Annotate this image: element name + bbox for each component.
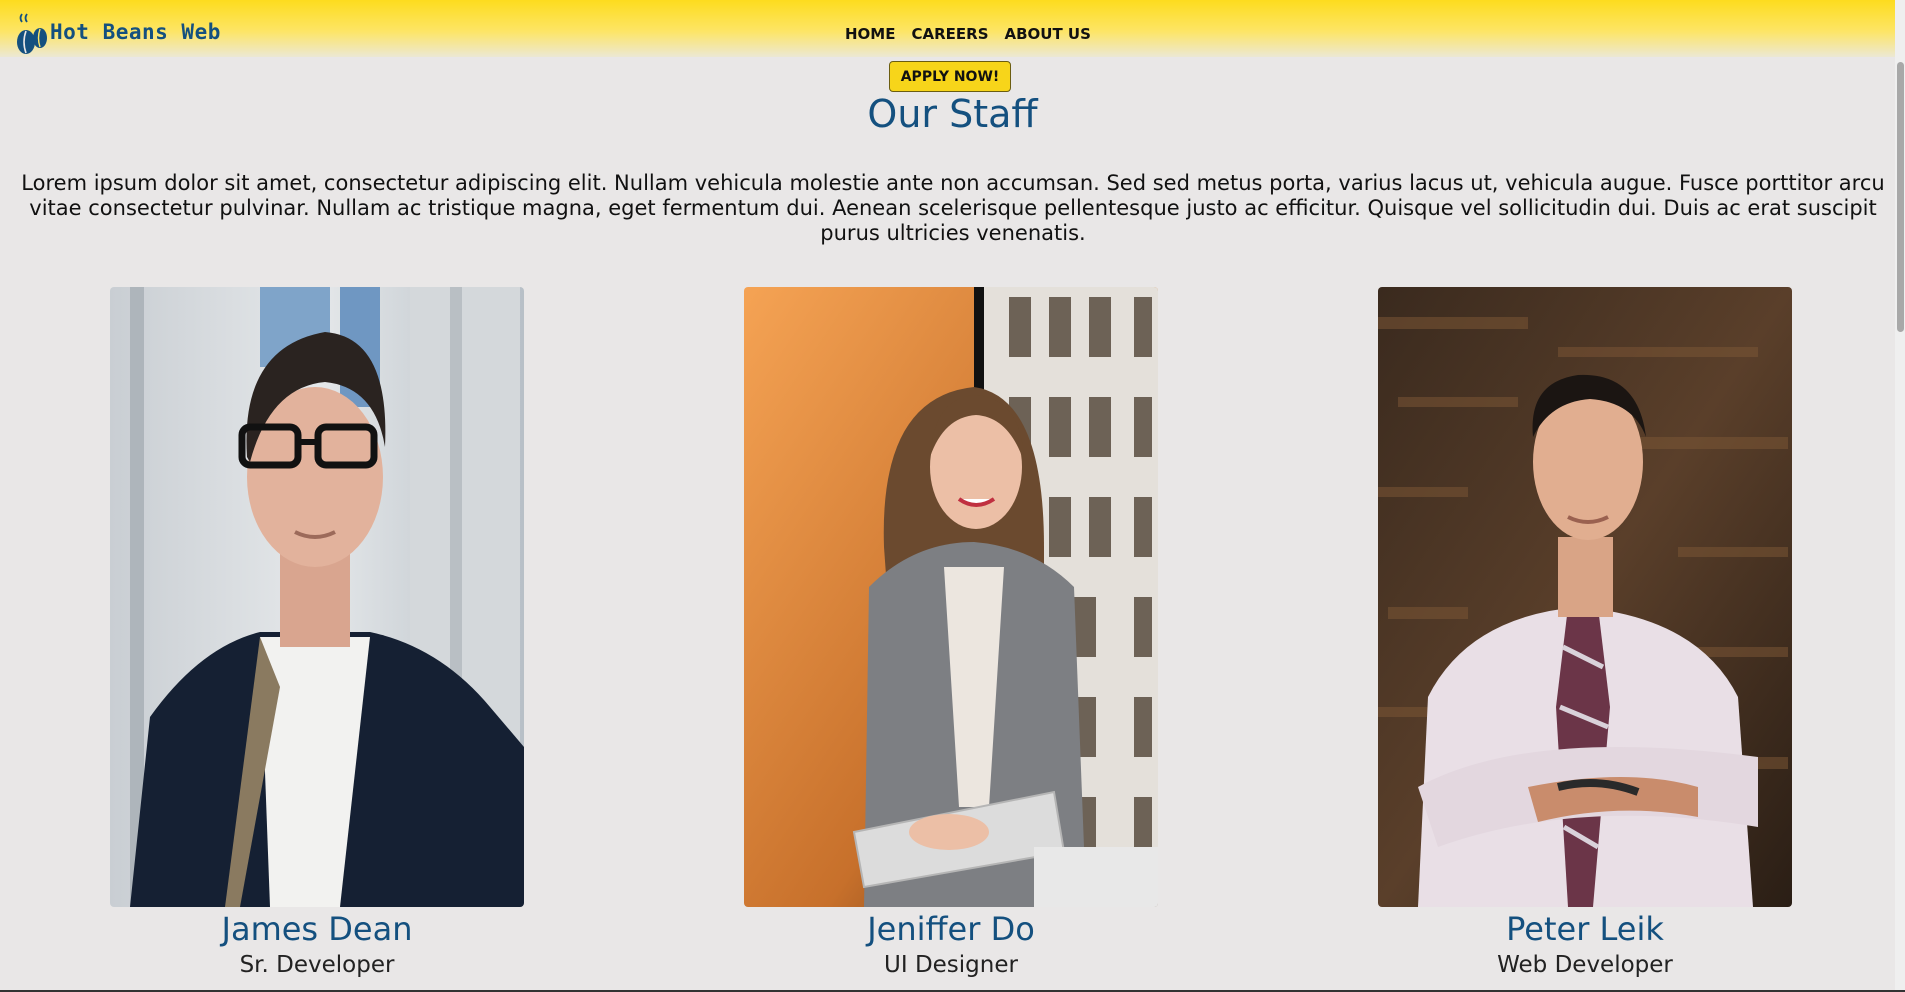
staff-card: James Dean Sr. Developer [110, 287, 524, 981]
staff-photo-1 [110, 287, 524, 907]
scrollbar-thumb[interactable] [1897, 62, 1904, 332]
staff-name: Jeniffer Do [867, 910, 1035, 948]
nav-careers[interactable]: CAREERS [911, 25, 988, 43]
staff-card: Jeniffer Do UI Designer [744, 287, 1158, 981]
intro-paragraph: Lorem ipsum dolor sit amet, consectetur … [21, 171, 1885, 245]
staff-role: Sr. Developer [239, 952, 395, 978]
coffee-beans-icon[interactable] [10, 12, 54, 56]
site-header: Hot Beans Web HOME CAREERS ABOUT US [0, 0, 1905, 57]
page-title: Our Staff [867, 92, 1038, 136]
nav-home[interactable]: HOME [845, 25, 895, 43]
staff-photo-2 [744, 287, 1158, 907]
brand-name[interactable]: Hot Beans Web [50, 20, 221, 44]
staff-photo-3 [1378, 287, 1792, 907]
main-nav: HOME CAREERS ABOUT US [845, 25, 1091, 43]
staff-card: Peter Leik Web Developer [1378, 287, 1792, 981]
apply-now-button[interactable]: APPLY NOW! [889, 61, 1011, 92]
staff-name: Peter Leik [1506, 910, 1664, 948]
staff-role: Web Developer [1497, 952, 1673, 978]
staff-role: UI Designer [884, 952, 1018, 978]
nav-about-us[interactable]: ABOUT US [1005, 25, 1091, 43]
page-scrollbar[interactable] [1895, 0, 1905, 992]
staff-name: James Dean [221, 910, 413, 948]
